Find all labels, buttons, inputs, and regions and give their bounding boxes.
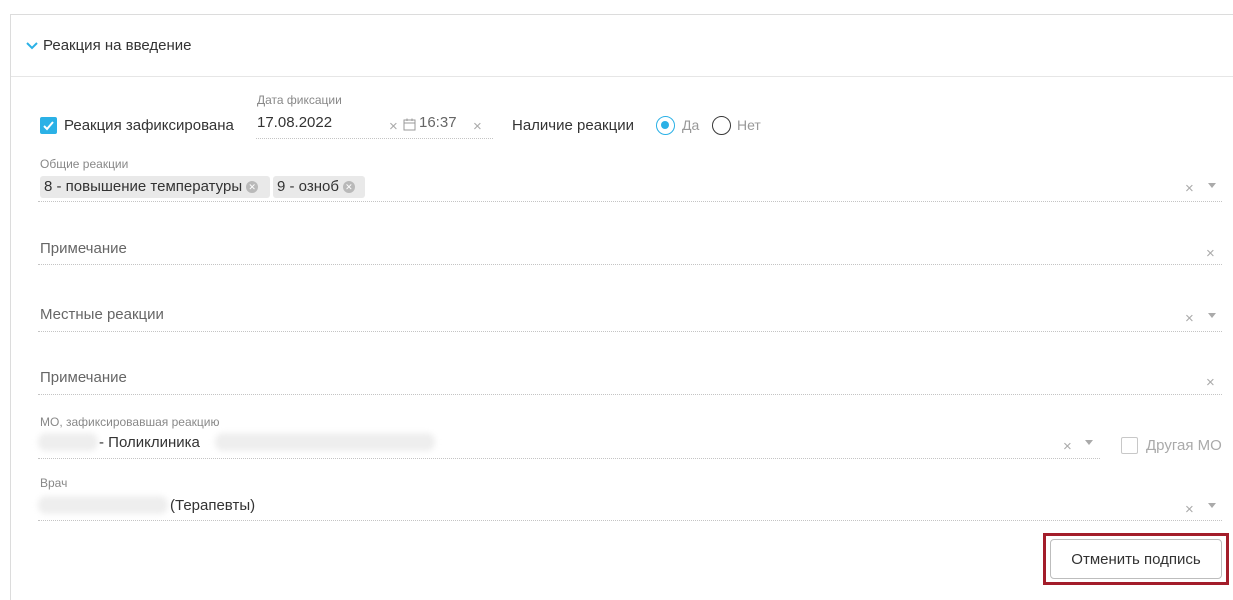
reaction-recorded-label: Реакция зафиксирована (64, 117, 234, 134)
clear-note-icon[interactable]: × (1206, 375, 1215, 390)
clear-organization-icon[interactable]: × (1063, 439, 1072, 454)
remove-tag-icon[interactable]: ✕ (342, 181, 355, 193)
organization-value[interactable]: - Поликлиника (99, 434, 200, 451)
remove-tag-icon[interactable]: ✕ (246, 181, 259, 193)
dropdown-caret-icon[interactable] (1085, 440, 1093, 445)
organization-underline (38, 458, 1100, 459)
chevron-down-icon[interactable] (25, 39, 39, 53)
radio-no-label: Нет (737, 117, 761, 133)
radio-yes-label: Да (682, 117, 700, 133)
redacted-text (38, 433, 98, 451)
fixation-date-label: Дата фиксации (257, 93, 342, 107)
fixation-time-input[interactable]: 16:37 (419, 114, 457, 131)
tag-fever[interactable]: 8 - повышение температуры ✕ (40, 176, 270, 198)
note-general-input[interactable]: Примечание (40, 240, 127, 257)
redacted-text (38, 496, 168, 514)
clear-date-icon[interactable]: × (389, 119, 398, 134)
calendar-icon[interactable] (403, 118, 416, 131)
other-mo-checkbox[interactable] (1121, 437, 1138, 454)
clear-general-icon[interactable]: × (1185, 181, 1194, 196)
check-icon (43, 121, 54, 131)
panel-header[interactable]: Реакция на введение (11, 15, 1233, 77)
radio-yes[interactable] (656, 116, 675, 135)
note-underline (38, 264, 1222, 265)
doctor-value[interactable]: (Терапевты) (170, 497, 255, 514)
dropdown-caret-icon[interactable] (1208, 183, 1216, 188)
local-underline (38, 331, 1222, 332)
dropdown-caret-icon[interactable] (1208, 503, 1216, 508)
other-mo-label: Другая МО (1146, 437, 1222, 454)
doctor-underline (38, 520, 1222, 521)
clear-note-icon[interactable]: × (1206, 246, 1215, 261)
redacted-text (215, 433, 435, 451)
general-reactions-label: Общие реакции (40, 157, 129, 171)
note-local-input[interactable]: Примечание (40, 369, 127, 386)
tag-fever-label: 8 - повышение температуры (44, 178, 243, 195)
clear-doctor-icon[interactable]: × (1185, 502, 1194, 517)
fixation-date-input[interactable]: 17.08.2022 (257, 114, 332, 131)
doctor-label: Врач (40, 476, 68, 490)
radio-no[interactable] (712, 116, 731, 135)
tag-chills-label: 9 - озноб (277, 178, 339, 195)
local-reactions-input[interactable]: Местные реакции (40, 306, 164, 323)
dropdown-caret-icon[interactable] (1208, 313, 1216, 318)
organization-label: МО, зафиксировавшая реакцию (40, 415, 220, 429)
reaction-presence-label: Наличие реакции (512, 117, 634, 134)
clear-local-icon[interactable]: × (1185, 311, 1194, 326)
general-underline (38, 201, 1222, 202)
reaction-recorded-checkbox[interactable] (40, 117, 57, 134)
section-title: Реакция на введение (43, 37, 192, 54)
date-underline (256, 138, 493, 139)
note-underline (38, 394, 1222, 395)
cancel-signature-button[interactable]: Отменить подпись (1050, 539, 1222, 579)
tag-chills[interactable]: 9 - озноб ✕ (273, 176, 365, 198)
clear-time-icon[interactable]: × (473, 119, 482, 134)
